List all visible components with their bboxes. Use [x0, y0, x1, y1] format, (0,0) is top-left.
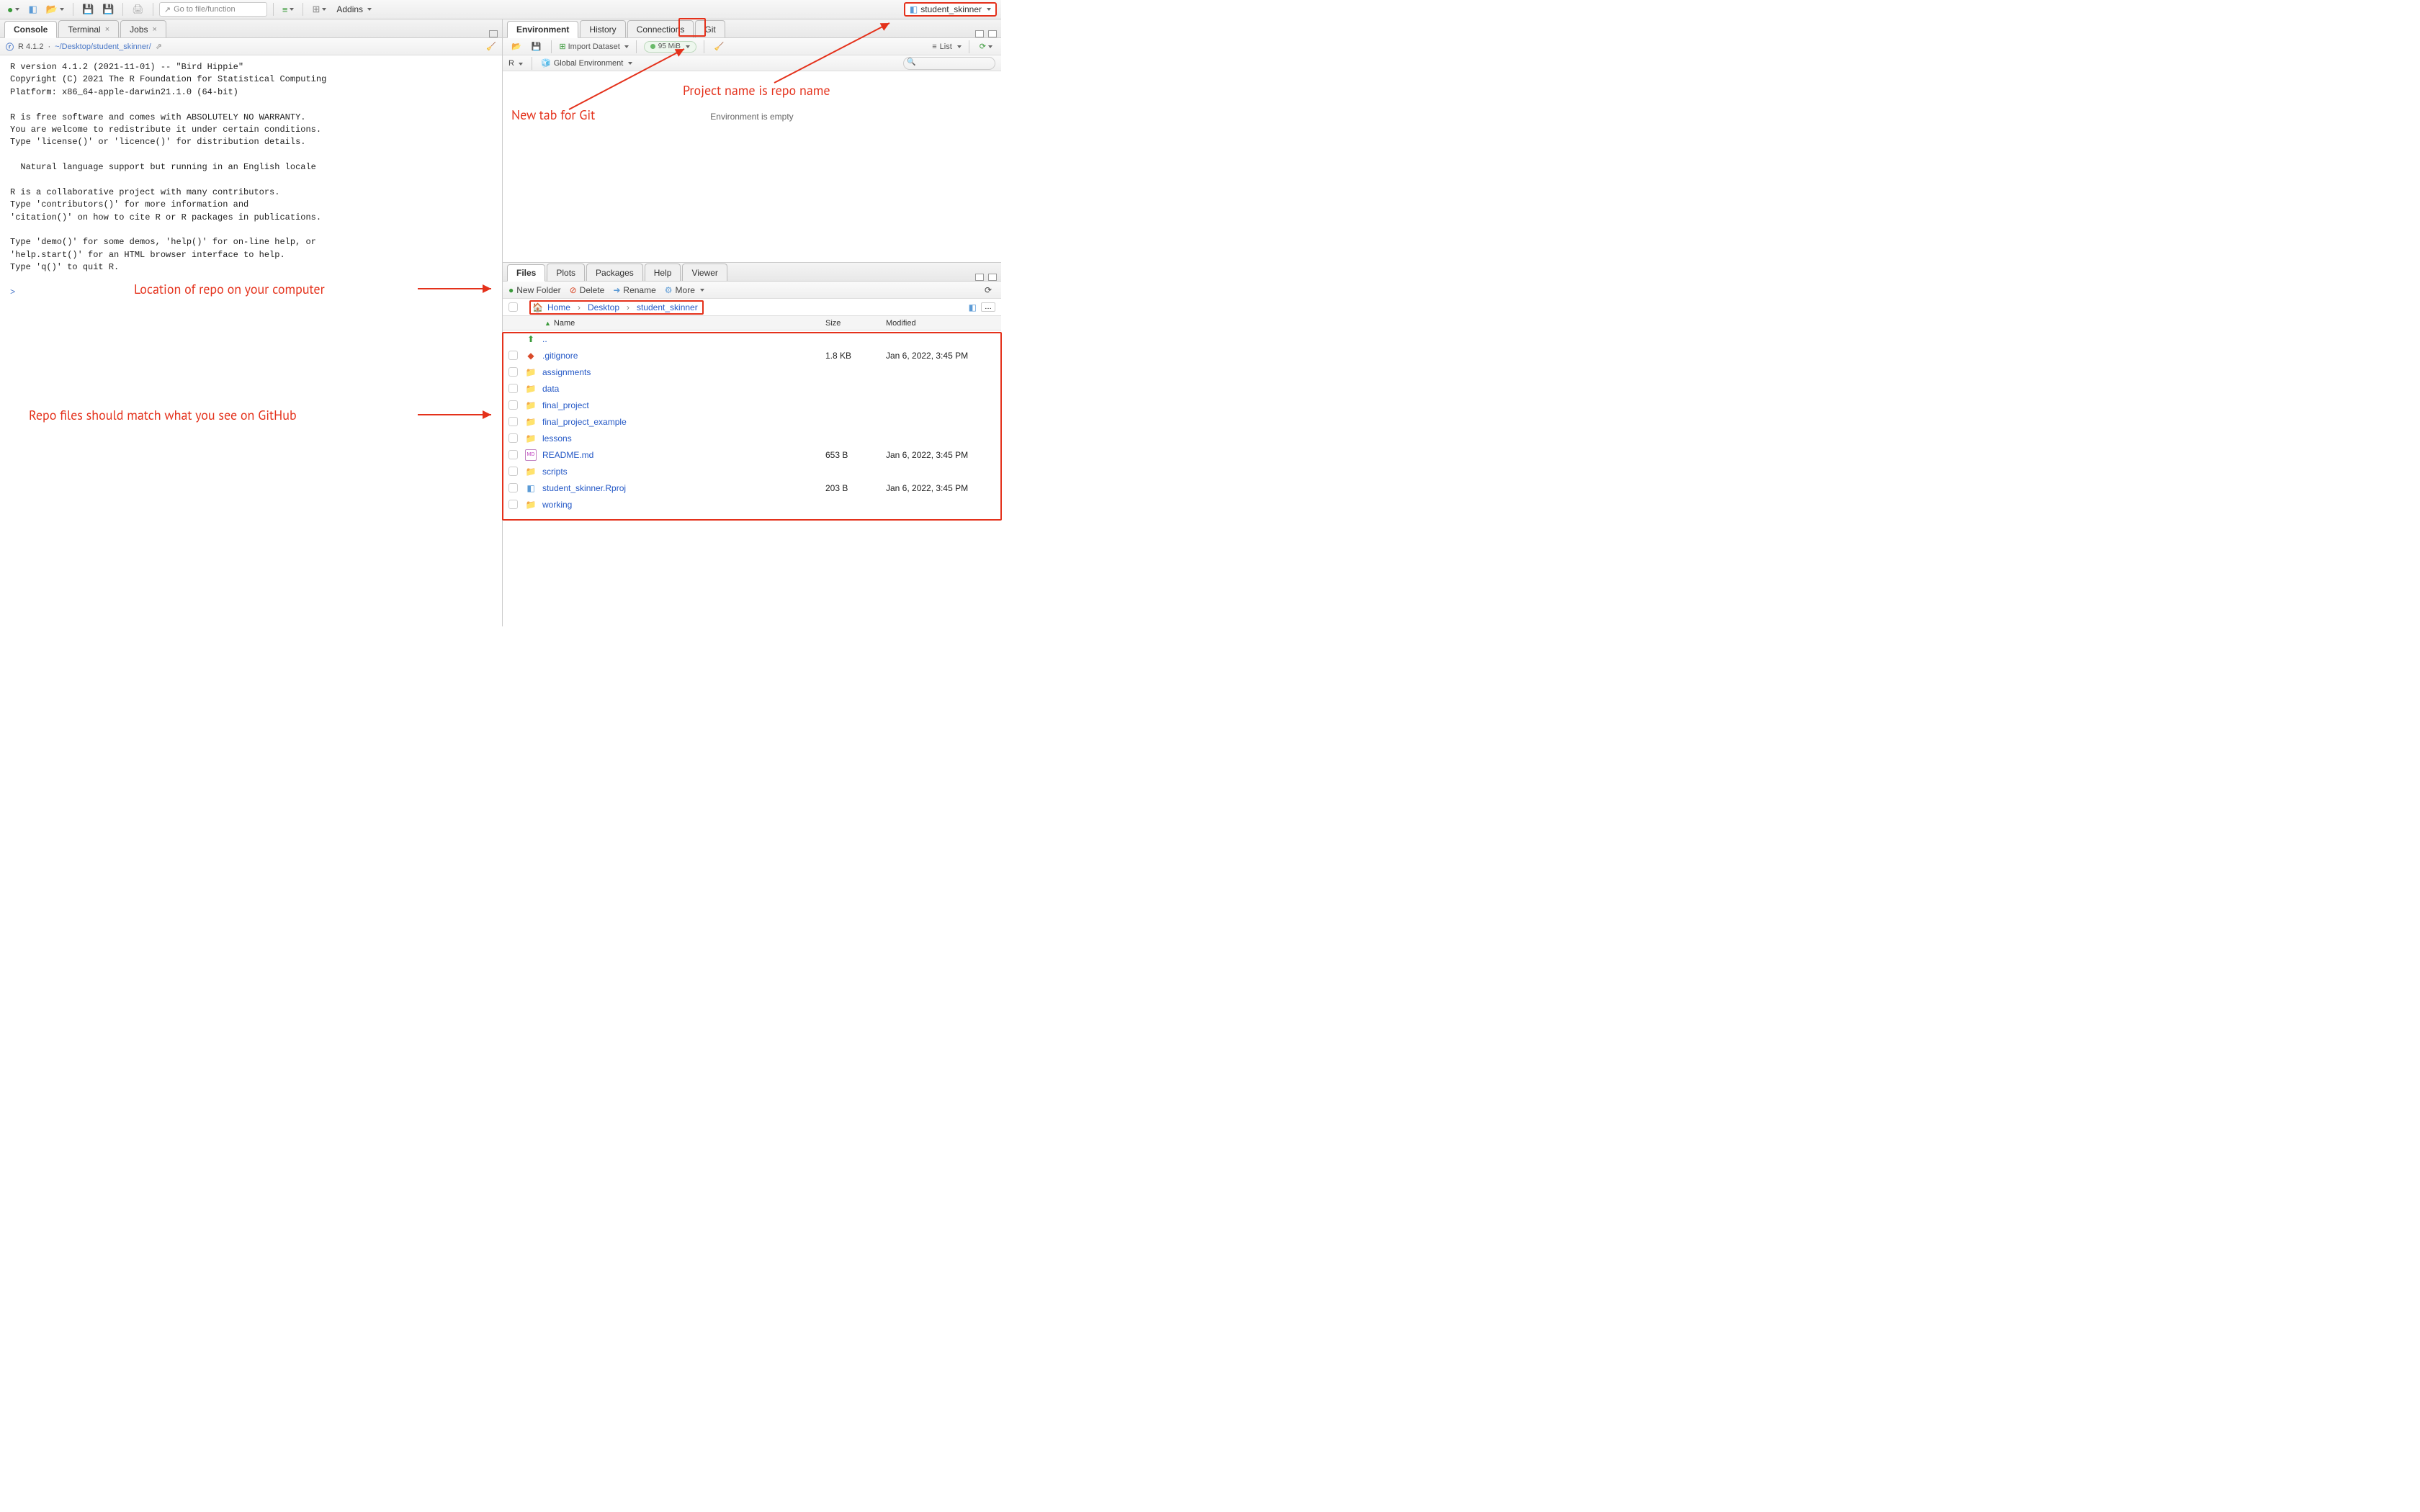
pane-maximize-icon[interactable] — [988, 30, 997, 37]
grid-icon[interactable]: ⊞ — [309, 2, 329, 17]
console-pane-tabs: Console Terminal× Jobs× — [0, 19, 502, 38]
rproj-badge-icon[interactable]: ◧ — [969, 302, 977, 312]
more-path-button[interactable]: … — [981, 302, 995, 312]
tab-jobs[interactable]: Jobs× — [120, 20, 166, 37]
r-logo-icon: ⓡ — [6, 41, 14, 53]
save-icon[interactable]: 💾 — [79, 2, 97, 17]
rproj-icon: ◧ — [910, 4, 918, 14]
tab-help[interactable]: Help — [645, 264, 681, 281]
tab-plots[interactable]: Plots — [547, 264, 585, 281]
files-pane-tabs: Files Plots Packages Help Viewer — [503, 263, 1001, 282]
addins-menu[interactable]: Addins — [332, 4, 376, 14]
files-toolbar: ●New Folder ⊘Delete ➜Rename ⚙More ⟳ — [503, 282, 1001, 299]
load-workspace-icon[interactable]: 📂 — [508, 40, 524, 54]
delete-button[interactable]: ⊘Delete — [570, 285, 605, 295]
breadcrumb-desktop[interactable]: Desktop — [588, 302, 619, 312]
pane-maximize-icon[interactable] — [988, 274, 997, 281]
save-workspace-icon[interactable]: 💾 — [529, 40, 544, 54]
console-output[interactable]: R version 4.1.2 (2021-11-01) -- "Bird Hi… — [0, 55, 502, 626]
annotation-highlight-files — [502, 332, 1002, 521]
print-icon[interactable]: 🖨 — [129, 2, 147, 17]
goto-file-function-input[interactable]: ↗ Go to file/function — [159, 2, 267, 17]
env-empty-message: Environment is empty — [710, 112, 793, 122]
tab-console[interactable]: Console — [4, 21, 57, 38]
language-selector[interactable]: R — [508, 59, 523, 68]
new-project-icon[interactable]: ◧ — [25, 2, 40, 17]
breadcrumb: 🏠 Home Desktop student_skinner — [529, 300, 704, 315]
project-switcher[interactable]: ◧ student_skinner — [904, 2, 997, 17]
new-file-icon[interactable]: ● — [4, 2, 22, 17]
breadcrumb-repo[interactable]: student_skinner — [637, 302, 698, 312]
more-menu[interactable]: ⚙More — [665, 285, 704, 295]
pane-minimize-icon[interactable] — [975, 30, 984, 37]
env-pane-tabs: Environment History Connections Git — [503, 19, 1001, 38]
rename-button[interactable]: ➜Rename — [613, 285, 655, 295]
tab-viewer[interactable]: Viewer — [682, 264, 727, 281]
tab-environment[interactable]: Environment — [507, 21, 578, 38]
tab-packages[interactable]: Packages — [586, 264, 643, 281]
sort-asc-icon[interactable]: ▲ — [544, 320, 551, 327]
console-secbar: ⓡ R 4.1.2 · ~/Desktop/student_skinner/ ⇗… — [0, 38, 502, 55]
tab-files[interactable]: Files — [507, 264, 545, 282]
env-search-input[interactable] — [903, 57, 995, 70]
main-toolbar: ● ◧ 📂 💾 💾 🖨 ↗ Go to file/function ≡ ⊞ Ad… — [0, 0, 1001, 19]
env-toolbar: 📂 💾 ⊞Import Dataset 95 MiB 🧹 ≡ List ⟳ — [503, 38, 1001, 55]
env-view-mode[interactable]: ≡ List — [932, 42, 962, 51]
import-dataset-menu[interactable]: ⊞Import Dataset — [559, 42, 628, 51]
goto-arrow-icon: ↗ — [164, 5, 171, 14]
console-working-dir[interactable]: ~/Desktop/student_skinner/ — [55, 42, 151, 51]
scope-selector[interactable]: 🧊Global Environment — [541, 58, 632, 68]
refresh-icon[interactable]: ⟳ — [977, 40, 995, 54]
close-icon[interactable]: × — [153, 25, 157, 34]
refresh-files-icon[interactable]: ⟳ — [981, 283, 995, 297]
window-icon[interactable] — [489, 30, 498, 37]
file-list: ⬆..◆.gitignore1.8 KBJan 6, 2022, 3:45 PM… — [503, 330, 1001, 626]
save-all-icon[interactable]: 💾 — [99, 2, 117, 17]
cube-icon: 🧊 — [541, 58, 551, 68]
new-folder-button[interactable]: ●New Folder — [508, 285, 561, 295]
clear-env-icon[interactable]: 🧹 — [712, 40, 727, 54]
open-file-icon[interactable]: 📂 — [43, 2, 67, 17]
pane-minimize-icon[interactable] — [975, 274, 984, 281]
annotation-highlight-git — [678, 18, 706, 37]
breadcrumb-home[interactable]: Home — [547, 302, 570, 312]
browse-dir-icon[interactable]: ⇗ — [156, 42, 162, 51]
r-version-label: R 4.1.2 — [18, 42, 43, 51]
section-icon[interactable]: ≡ — [279, 2, 297, 17]
files-breadcrumb-row: 🏠 Home Desktop student_skinner ◧ … — [503, 299, 1001, 316]
tab-history[interactable]: History — [580, 20, 625, 37]
select-all-checkbox[interactable] — [508, 302, 518, 312]
console-prompt: > — [10, 287, 15, 297]
clear-console-icon[interactable]: 🧹 — [486, 42, 496, 51]
memory-usage-pill[interactable]: 95 MiB — [644, 41, 696, 53]
home-icon[interactable]: 🏠 — [532, 302, 543, 312]
tab-terminal[interactable]: Terminal× — [58, 20, 119, 37]
close-icon[interactable]: × — [105, 25, 109, 34]
files-column-headers: ▲Name Size Modified — [503, 316, 1001, 330]
